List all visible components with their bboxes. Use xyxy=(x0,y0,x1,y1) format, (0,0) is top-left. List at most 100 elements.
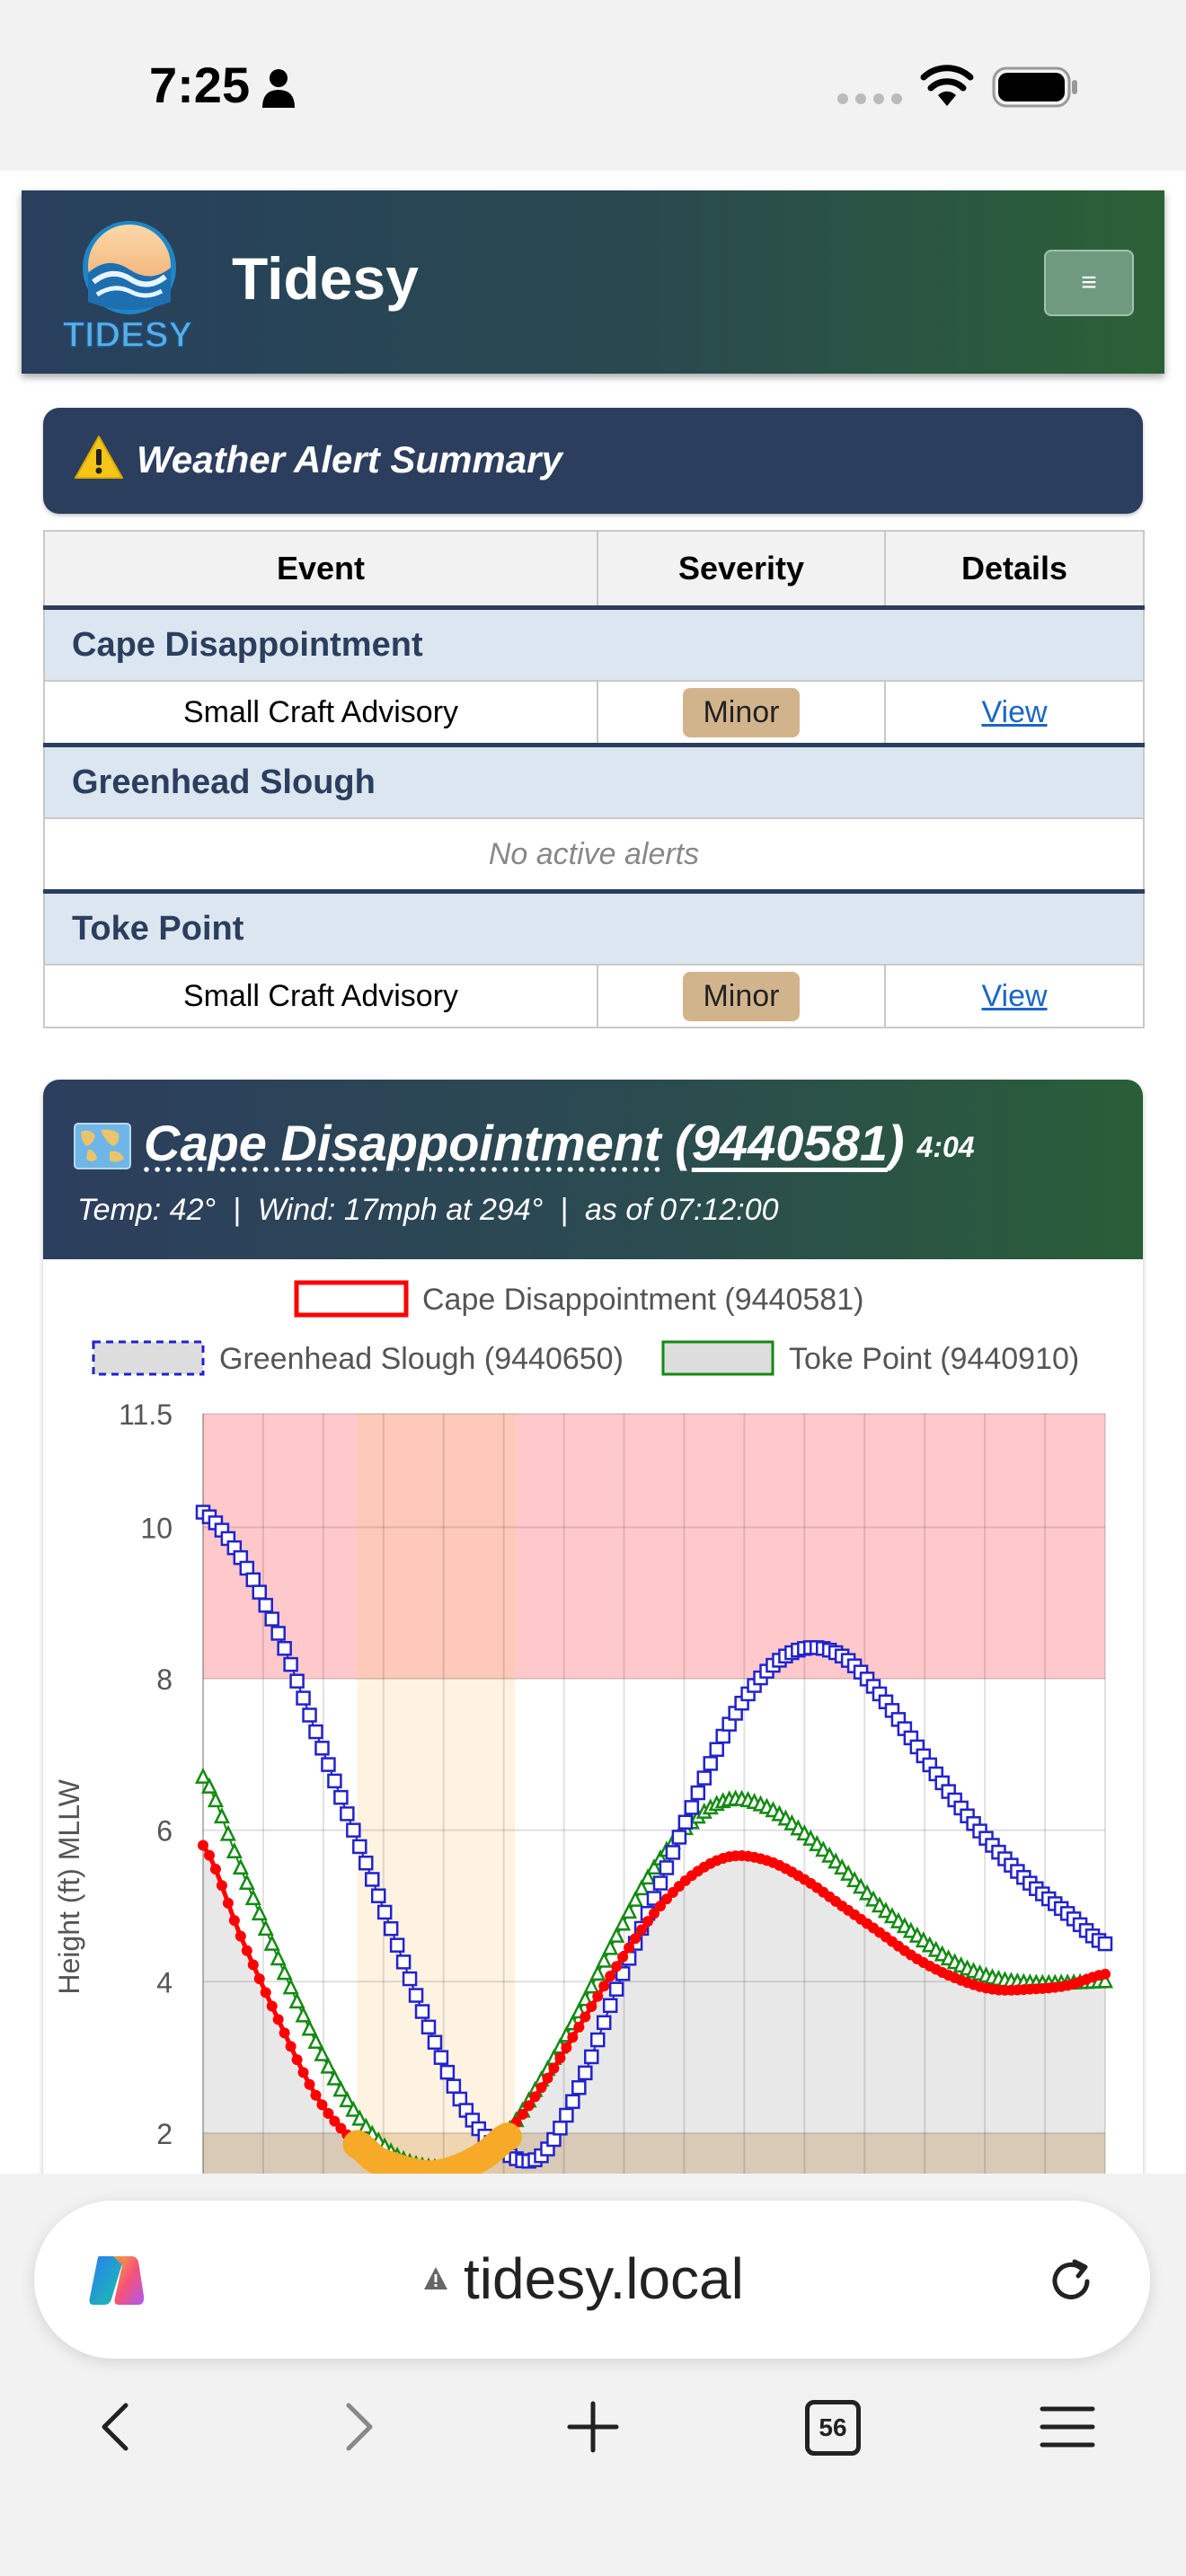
data-point xyxy=(310,2089,322,2101)
data-point xyxy=(327,1773,342,1789)
tide-chart: 2 4 6 8 10 11.5 Height (ft) MLLW Cape Disappoi… xyxy=(53,1280,1114,2174)
alert-summary-title: Weather Alert Summary xyxy=(137,438,562,481)
data-point xyxy=(715,1728,730,1744)
data-point xyxy=(590,2032,606,2048)
no-alerts-message: No active alerts xyxy=(43,817,1145,894)
severity-badge: Minor xyxy=(683,971,800,1021)
data-point xyxy=(235,1930,246,1942)
y-tick-label: 6 xyxy=(156,1815,173,1848)
event-cell: Small Craft Advisory xyxy=(43,680,598,747)
data-point xyxy=(295,2006,312,2023)
data-point xyxy=(203,1849,215,1861)
status-bar: 7:25 xyxy=(0,0,1186,171)
data-point xyxy=(709,1742,724,1757)
data-point xyxy=(383,1920,399,1936)
tabs-button[interactable]: 56 xyxy=(805,2400,861,2456)
data-point xyxy=(602,1938,619,1955)
cellular-signal-icon xyxy=(837,93,902,104)
data-point xyxy=(314,2044,331,2061)
data-point xyxy=(578,2065,593,2081)
station-conditions: Temp: 42° | Wind: 17mph at 294° | as of … xyxy=(77,1193,779,1228)
forward-icon[interactable] xyxy=(329,2398,386,2456)
site-title[interactable]: Tidesy xyxy=(232,244,419,313)
menu-button[interactable]: ≡ xyxy=(1044,250,1134,316)
data-point xyxy=(253,1973,265,1985)
data-point xyxy=(696,1770,712,1786)
data-point xyxy=(222,1897,234,1909)
reload-icon[interactable] xyxy=(1046,2256,1096,2307)
data-point xyxy=(427,2034,443,2051)
station-title: Cape Disappointment (9440581) 4:04 xyxy=(144,1115,975,1171)
data-point xyxy=(352,1839,367,1855)
data-point xyxy=(565,2094,580,2110)
view-details-link[interactable]: View xyxy=(981,695,1047,729)
data-point xyxy=(238,1873,255,1891)
data-point xyxy=(408,1988,424,2003)
table-header-row: Event Severity Details xyxy=(43,530,1145,610)
station-time: 4:04 xyxy=(916,1130,975,1163)
data-point xyxy=(665,1845,681,1860)
data-point xyxy=(301,2019,318,2036)
observation-time: as of 07:12:00 xyxy=(585,1193,779,1227)
data-point xyxy=(433,2050,449,2065)
alert-table: Event Severity Details Cape Disappointme… xyxy=(43,530,1145,1028)
temperature: Temp: 42° xyxy=(77,1193,217,1227)
data-point xyxy=(395,1954,412,1970)
data-point xyxy=(376,1904,393,1920)
data-point xyxy=(592,1990,604,2002)
address-bar[interactable]: tidesy.local xyxy=(34,2201,1150,2359)
data-point xyxy=(652,1875,668,1891)
y-tick-label: 2 xyxy=(156,2118,173,2150)
view-details-link[interactable]: View xyxy=(981,979,1047,1013)
data-point xyxy=(266,2000,278,2012)
data-point xyxy=(257,1919,274,1936)
data-point xyxy=(340,1806,355,1822)
column-header-details: Details xyxy=(884,530,1145,610)
data-point xyxy=(277,1641,292,1656)
data-point xyxy=(228,1915,240,1927)
data-point xyxy=(608,1926,625,1943)
table-row: Small Craft Advisory Minor View xyxy=(43,964,1145,1028)
web-page: TIDESY Tidesy ≡ Weather Alert Summary Ev… xyxy=(0,171,1186,2174)
y-tick-label: 11.5 xyxy=(119,1398,173,1431)
data-point xyxy=(553,2121,568,2136)
data-point xyxy=(209,1864,221,1875)
severity-cell: Minor xyxy=(597,680,886,747)
details-cell: View xyxy=(884,680,1145,747)
data-point xyxy=(517,2109,528,2121)
data-point xyxy=(589,1964,606,1981)
new-tab-icon[interactable] xyxy=(564,2398,622,2456)
url-text[interactable]: tidesy.local xyxy=(464,2245,744,2312)
data-point xyxy=(241,1945,252,1956)
tidesy-logo[interactable]: TIDESY xyxy=(54,212,216,356)
legend-label: Cape Disappointment (9440581) xyxy=(422,1283,863,1317)
not-secure-warning-icon[interactable] xyxy=(422,2265,449,2292)
data-point xyxy=(389,1937,405,1953)
data-point xyxy=(370,1888,386,1903)
data-point xyxy=(283,1656,298,1672)
hamburger-menu-icon[interactable] xyxy=(1039,2398,1096,2456)
threshold-band xyxy=(203,1414,1105,1680)
back-icon[interactable] xyxy=(88,2398,146,2456)
data-point xyxy=(1097,1936,1113,1952)
data-point xyxy=(232,1858,249,1875)
data-point xyxy=(535,2082,547,2094)
world-map-icon xyxy=(74,1123,131,1169)
copilot-icon[interactable] xyxy=(86,2253,146,2307)
station-name-link[interactable]: Cape Disappointment xyxy=(144,1115,661,1171)
data-point xyxy=(244,1889,261,1906)
data-point xyxy=(213,1807,230,1824)
data-point xyxy=(279,2027,290,2039)
station-name: Toke Point xyxy=(43,890,1145,966)
data-point xyxy=(346,1822,361,1838)
station-id-link[interactable]: 9440581 xyxy=(692,1115,888,1171)
site-header: TIDESY Tidesy ≡ xyxy=(22,190,1164,374)
data-point xyxy=(291,2054,303,2066)
data-point xyxy=(333,1789,349,1805)
data-point xyxy=(263,1934,280,1951)
data-point xyxy=(326,2069,343,2086)
separator: | xyxy=(560,1193,569,1227)
station-name: Cape Disappointment xyxy=(43,606,1145,682)
data-point xyxy=(247,1959,259,1971)
severity-badge: Minor xyxy=(683,687,800,737)
